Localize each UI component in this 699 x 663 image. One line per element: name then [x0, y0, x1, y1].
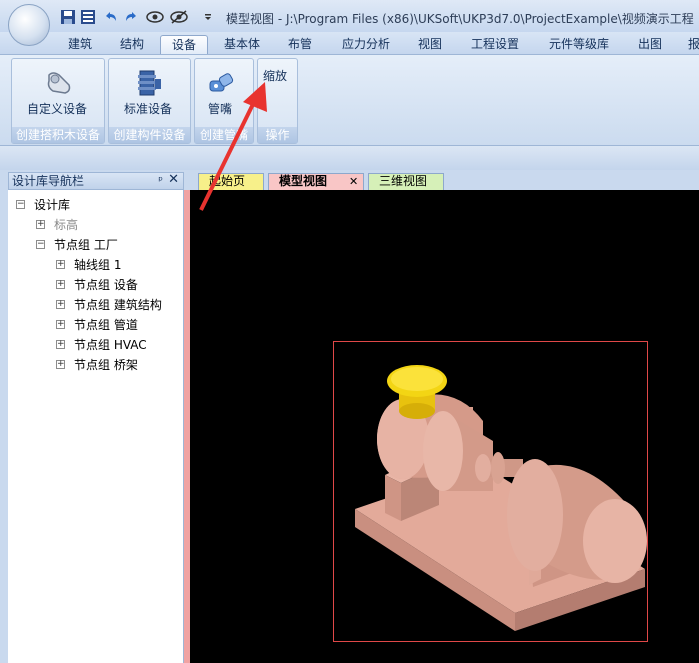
tab-structure[interactable]: 结构	[110, 35, 154, 54]
tree-item-node-group-structure[interactable]: + 节点组 建筑结构	[56, 296, 162, 314]
standard-equipment-icon	[138, 70, 161, 96]
ribbon-bottom-strip	[0, 146, 699, 170]
collapse-icon[interactable]: −	[36, 240, 45, 249]
tab-label: 三维视图	[379, 174, 428, 188]
custom-equipment-icon	[47, 72, 71, 94]
ribbon-tab-bar: 建筑 结构 设备 基本体 布管 应力分析 视图 工程设置 元件等级库 出图 报	[0, 32, 699, 54]
expand-icon[interactable]: +	[56, 260, 65, 269]
save-as-icon[interactable]	[80, 9, 96, 25]
tree-item-label: 设计库	[34, 198, 71, 212]
tree-item-label: 节点组 桥架	[74, 358, 138, 372]
tab-project-settings[interactable]: 工程设置	[463, 35, 527, 54]
tab-piping[interactable]: 布管	[278, 35, 322, 54]
pin-icon[interactable]: ᵖ	[158, 173, 163, 189]
tree-item-label: 节点组 建筑结构	[74, 298, 162, 312]
group-custom-equipment: 自定义设备 创建搭积木设备	[11, 58, 105, 144]
standard-equipment-button[interactable]: 标准设备	[124, 100, 172, 117]
navigator-title: 设计库导航栏	[12, 174, 85, 188]
custom-equipment-button[interactable]: 自定义设备	[27, 100, 87, 117]
tree-item-axis-group[interactable]: + 轴线组 1	[56, 256, 122, 274]
navigator-tree: − 设计库 + 标高 − 节点组 工厂 + 轴线组 1 + 节点组 设备 + 节…	[8, 190, 184, 663]
tab-label: 模型视图	[279, 174, 328, 188]
tab-drawing[interactable]: 出图	[630, 35, 670, 54]
tree-item-label: 节点组 HVAC	[74, 338, 147, 352]
group-caption-build-block-equipment: 创建搭积木设备	[12, 127, 104, 143]
expand-icon[interactable]: +	[56, 360, 65, 369]
tree-item-label: 节点组 设备	[74, 278, 138, 292]
expand-icon[interactable]: +	[36, 220, 45, 229]
hide-icon[interactable]	[170, 9, 188, 25]
navigator-header: 设计库导航栏 ᵖ ✕	[8, 172, 184, 190]
tree-item-label: 节点组 管道	[74, 318, 138, 332]
tree-item-label: 节点组 工厂	[54, 238, 118, 252]
save-icon[interactable]	[60, 9, 76, 25]
tab-primitives[interactable]: 基本体	[214, 35, 270, 54]
tab-equipment[interactable]: 设备	[160, 35, 208, 54]
tab-3d-view[interactable]: 三维视图	[368, 173, 444, 190]
dropdown-arrow-icon[interactable]	[203, 9, 213, 25]
tab-report[interactable]: 报	[684, 35, 699, 54]
undo-icon[interactable]	[103, 9, 119, 25]
annotation-arrow	[199, 82, 267, 211]
ribbon: 自定义设备 创建搭积木设备 标准设备 创建构件设备 管嘴 创建管嘴 缩放 操作	[0, 54, 699, 146]
tab-stress-analysis[interactable]: 应力分析	[334, 35, 398, 54]
tab-view[interactable]: 视图	[410, 35, 450, 54]
expand-icon[interactable]: +	[56, 280, 65, 289]
tree-item-node-group-plant[interactable]: − 节点组 工厂	[36, 236, 118, 254]
title-bar: 模型视图 - J:\Program Files (x86)\UKSoft\UKP…	[0, 0, 699, 46]
tab-component-spec-library[interactable]: 元件等级库	[540, 35, 618, 54]
tab-model-view[interactable]: 模型视图 ✕	[268, 173, 364, 190]
group-caption-component-equipment: 创建构件设备	[109, 127, 190, 143]
pump-model[interactable]	[333, 341, 649, 643]
tree-item-node-group-hvac[interactable]: + 节点组 HVAC	[56, 336, 147, 354]
expand-icon[interactable]: +	[56, 340, 65, 349]
tree-item-node-group-piping[interactable]: + 节点组 管道	[56, 316, 138, 334]
application-menu-button[interactable]	[8, 4, 50, 46]
tab-architecture[interactable]: 建筑	[58, 35, 102, 54]
tree-item-node-group-equipment[interactable]: + 节点组 设备	[56, 276, 138, 294]
tree-item-label: 轴线组 1	[74, 258, 122, 272]
expand-icon[interactable]: +	[56, 300, 65, 309]
tree-item-elevation[interactable]: + 标高	[36, 216, 79, 234]
window-title: 模型视图 - J:\Program Files (x86)\UKSoft\UKP…	[226, 12, 694, 26]
tab-close-icon[interactable]: ✕	[349, 174, 358, 189]
collapse-icon[interactable]: −	[16, 200, 25, 209]
show-icon[interactable]	[146, 9, 164, 25]
tree-item-label: 标高	[54, 218, 79, 232]
expand-icon[interactable]: +	[56, 320, 65, 329]
close-icon[interactable]: ✕	[168, 172, 179, 188]
group-component-equipment: 标准设备 创建构件设备	[108, 58, 191, 144]
tree-item-node-group-cable-tray[interactable]: + 节点组 桥架	[56, 356, 138, 374]
redo-icon[interactable]	[123, 9, 139, 25]
tree-item-design-library[interactable]: − 设计库	[16, 196, 71, 214]
